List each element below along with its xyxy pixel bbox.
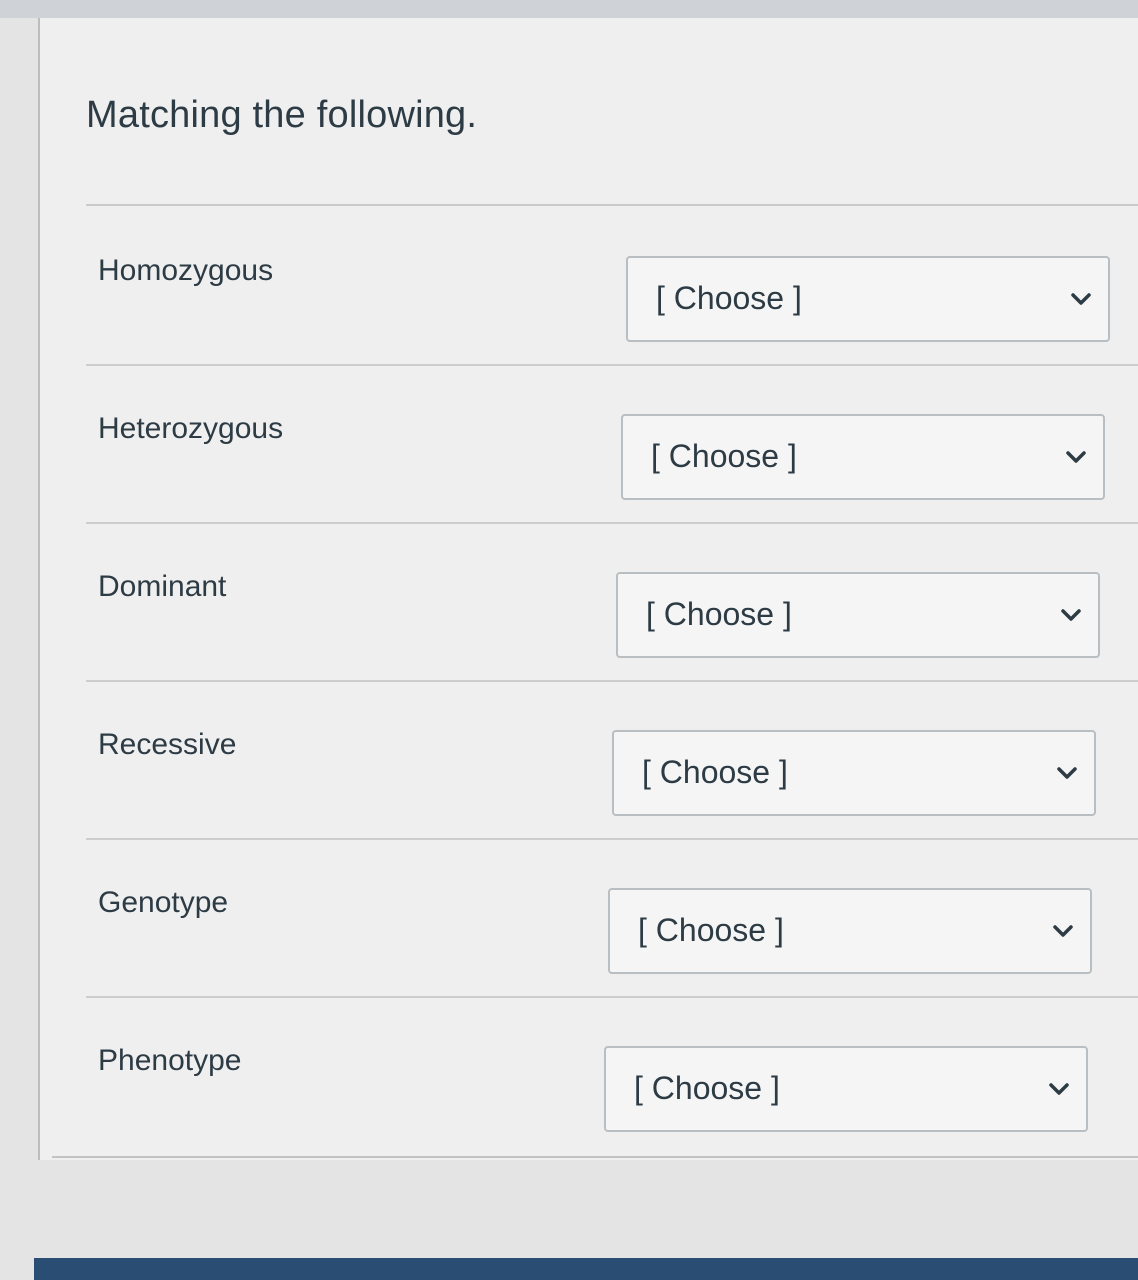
matching-row-heterozygous: Heterozygous [ Choose ] <box>86 366 1138 524</box>
chevron-down-icon <box>1071 293 1091 305</box>
matching-row-genotype: Genotype [ Choose ] <box>86 840 1138 998</box>
answer-dropdown[interactable]: [ Choose ] <box>612 730 1096 816</box>
matching-row-homozygous: Homozygous [ Choose ] <box>86 208 1138 366</box>
dropdown-value: [ Choose ] <box>642 754 788 790</box>
chevron-down-icon <box>1061 609 1081 621</box>
title-divider <box>86 204 1138 206</box>
dropdown-value: [ Choose ] <box>634 1070 780 1106</box>
answer-dropdown[interactable]: [ Choose ] <box>608 888 1092 974</box>
card-bottom-border <box>52 1156 1138 1158</box>
dropdown-value: [ Choose ] <box>651 438 797 474</box>
term-label: Heterozygous <box>98 412 284 445</box>
answer-dropdown[interactable]: [ Choose ] <box>604 1046 1088 1132</box>
dropdown-value: [ Choose ] <box>646 596 792 632</box>
chevron-down-icon <box>1057 767 1077 779</box>
term-label: Dominant <box>98 570 227 603</box>
answer-dropdown[interactable]: [ Choose ] <box>616 572 1100 658</box>
chevron-down-icon <box>1053 925 1073 937</box>
matching-row-phenotype: Phenotype [ Choose ] <box>86 998 1138 1156</box>
dropdown-value: [ Choose ] <box>638 912 784 948</box>
matching-row-dominant: Dominant [ Choose ] <box>86 524 1138 682</box>
footer-bar <box>34 1258 1138 1280</box>
term-label: Homozygous <box>98 254 274 287</box>
term-label: Recessive <box>98 728 237 761</box>
matching-row-recessive: Recessive [ Choose ] <box>86 682 1138 840</box>
answer-dropdown[interactable]: [ Choose ] <box>621 414 1105 500</box>
dropdown-value: [ Choose ] <box>656 280 802 316</box>
term-label: Genotype <box>98 886 229 919</box>
answer-dropdown[interactable]: [ Choose ] <box>626 256 1110 342</box>
chevron-down-icon <box>1066 451 1086 463</box>
browser-top-strip <box>0 0 1138 18</box>
chevron-down-icon <box>1049 1083 1069 1095</box>
term-label: Phenotype <box>98 1044 242 1077</box>
question-title: Matching the following. <box>86 94 478 136</box>
